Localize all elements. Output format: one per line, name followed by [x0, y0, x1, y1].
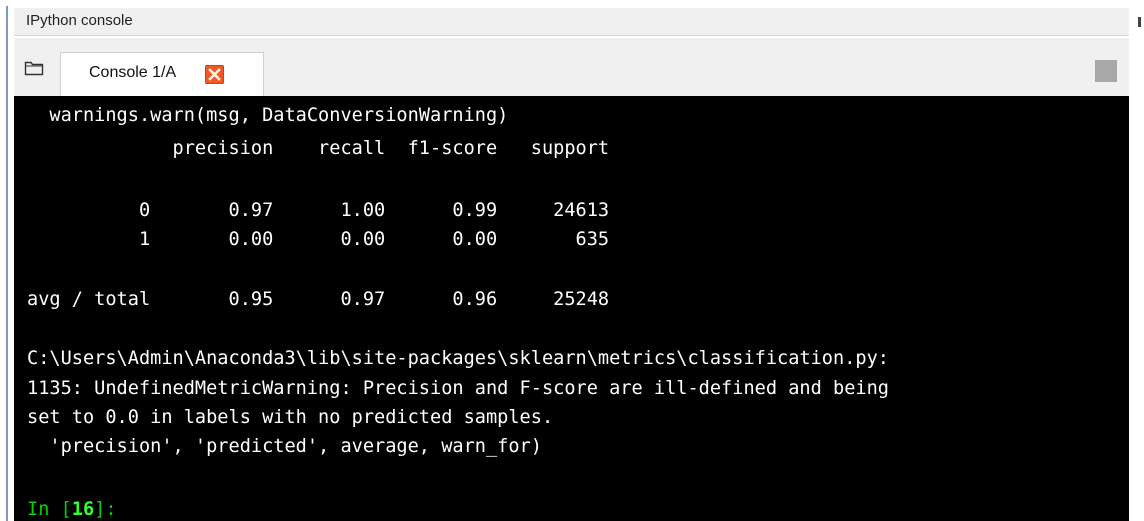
warning-args-line: 'precision', 'predicted', average, warn_… [27, 436, 542, 457]
warning-message-line-2: set to 0.0 in labels with no predicted s… [27, 407, 554, 428]
warning-message-line-1: 1135: UndefinedMetricWarning: Precision … [27, 378, 889, 399]
tab-console-1a[interactable]: Console 1/A [60, 52, 264, 96]
pane-title: IPython console [26, 12, 133, 29]
prompt-prefix: In [ [27, 499, 72, 520]
console-tab-bar: Console 1/A [14, 38, 1129, 96]
options-menu-icon[interactable] [1095, 60, 1117, 82]
report-row-class-1: 1 0.00 0.00 0.00 635 [27, 229, 610, 250]
prompt-suffix: ]: [94, 499, 117, 520]
console-line-warning-call: warnings.warn(msg, DataConversionWarning… [27, 105, 509, 126]
ipython-console-pane: IPython console Console 1/A warnings.war… [0, 0, 1144, 521]
pane-left-border [6, 6, 8, 521]
prompt-number: 16 [71, 499, 95, 520]
report-header-row: precision recall f1-score support [27, 138, 610, 159]
folder-icon[interactable] [24, 60, 44, 76]
report-row-avg-total: avg / total 0.95 0.97 0.96 25248 [27, 289, 610, 310]
pane-title-bar: IPython console [14, 8, 1129, 36]
input-prompt[interactable]: In [16]: [27, 498, 117, 521]
warning-path-line: C:\Users\Admin\Anaconda3\lib\site-packag… [27, 348, 889, 369]
report-row-class-0: 0 0.97 1.00 0.99 24613 [27, 200, 610, 221]
close-icon[interactable] [205, 65, 224, 84]
console-output-area[interactable]: warnings.warn(msg, DataConversionWarning… [14, 96, 1129, 521]
pane-edge-handle [1138, 17, 1141, 27]
tab-label: Console 1/A [89, 64, 177, 81]
